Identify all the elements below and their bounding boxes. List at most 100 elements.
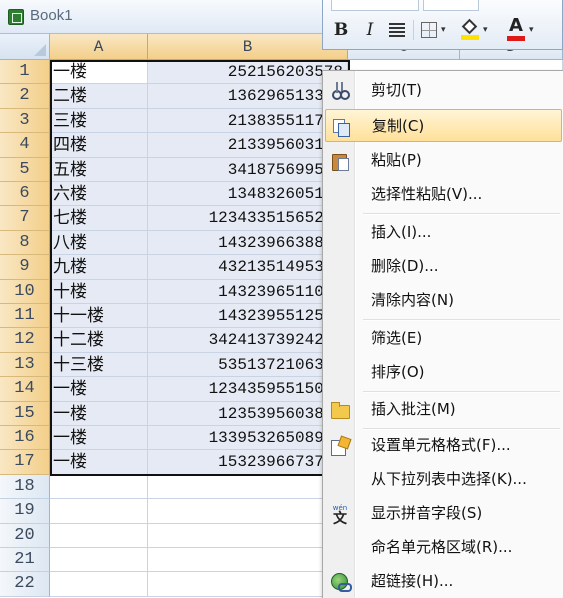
cell-b[interactable]: 1432396638889	[148, 230, 348, 256]
row-header[interactable]: 11	[0, 304, 50, 329]
cell-a[interactable]: 五楼	[50, 157, 148, 182]
cell-b[interactable]	[148, 572, 348, 597]
cell-a[interactable]	[50, 474, 148, 500]
menu-separator	[363, 213, 560, 215]
font-size-box[interactable]	[423, 0, 479, 11]
cell-a[interactable]: 一楼	[50, 450, 148, 475]
cell-b[interactable]: 4321351495367	[148, 255, 348, 280]
cell-a[interactable]: 十一楼	[50, 304, 148, 329]
row-header[interactable]: 18	[0, 474, 50, 500]
cell-b[interactable]	[148, 474, 348, 500]
cell-b[interactable]: 1432395512571	[148, 304, 348, 329]
menu-item-clear-contents[interactable]: 清除内容(N)	[325, 284, 562, 317]
cell-b[interactable]: 213835511780	[148, 108, 348, 134]
row-header[interactable]: 19	[0, 499, 50, 524]
row-header[interactable]: 5	[0, 157, 50, 182]
cell-a[interactable]: 八楼	[50, 230, 148, 256]
menu-item-show-phonetic[interactable]: wén 文 显示拼音字段(S)	[325, 497, 562, 530]
menu-item-copy[interactable]: 复制(C)	[325, 109, 562, 142]
cell-a[interactable]: 十楼	[50, 279, 148, 304]
cell-a[interactable]	[50, 548, 148, 573]
row-header[interactable]: 6	[0, 182, 50, 207]
cell-a[interactable]: 二楼	[50, 84, 148, 109]
row-header[interactable]: 9	[0, 255, 50, 280]
menu-item-define-name[interactable]: 命名单元格区域(R)...	[325, 531, 562, 564]
row-header[interactable]: 17	[0, 450, 50, 475]
font-name-box[interactable]	[331, 0, 419, 11]
menu-item-insert-comment[interactable]: 插入批注(M)	[325, 393, 562, 426]
cell-b[interactable]: 136296513333	[148, 84, 348, 109]
cell-b[interactable]	[148, 548, 348, 573]
cell-a[interactable]: 一楼	[50, 60, 148, 85]
cell-b[interactable]	[148, 523, 348, 548]
menu-item-label: 命名单元格区域(R)...	[371, 538, 513, 556]
cell-a[interactable]: 九楼	[50, 255, 148, 280]
menu-item-label: 从下拉列表中选择(K)...	[371, 470, 527, 488]
row-header[interactable]: 1	[0, 60, 50, 85]
fill-color-dropdown-icon[interactable]: ▾	[483, 25, 488, 35]
row-header[interactable]: 3	[0, 108, 50, 134]
cell-b[interactable]: 12343351565219	[148, 206, 348, 231]
row-header[interactable]: 21	[0, 548, 50, 573]
fill-color-icon[interactable]	[461, 18, 479, 41]
cell-b[interactable]: 134832605171	[148, 182, 348, 207]
cell-b[interactable]: 1432396511055	[148, 279, 348, 304]
menu-item-insert[interactable]: 插入(I)...	[325, 216, 562, 249]
center-align-icon[interactable]	[389, 23, 405, 37]
cell-b[interactable]: 1235395603881	[148, 401, 348, 426]
cell-b[interactable]: 12343595515084	[148, 377, 348, 402]
column-header-a[interactable]: A	[50, 34, 148, 60]
column-header-b[interactable]: B	[148, 34, 348, 60]
menu-item-hyperlink[interactable]: 超链接(H)...	[325, 565, 562, 598]
cell-a[interactable]	[50, 572, 148, 597]
row-header[interactable]: 2	[0, 84, 50, 109]
row-header[interactable]: 20	[0, 523, 50, 548]
font-color-swatch	[507, 36, 525, 41]
cell-a[interactable]: 一楼	[50, 401, 148, 426]
cell-a[interactable]: 三楼	[50, 108, 148, 134]
menu-item-filter[interactable]: 筛选(E)	[325, 322, 562, 355]
bold-button[interactable]: B	[331, 19, 351, 41]
row-header[interactable]: 12	[0, 328, 50, 353]
cell-a[interactable]: 十三楼	[50, 352, 148, 378]
cell-a[interactable]: 七楼	[50, 206, 148, 231]
cell-a[interactable]	[50, 499, 148, 524]
borders-dropdown-icon[interactable]: ▾	[441, 25, 446, 35]
cell-b[interactable]	[148, 499, 348, 524]
menu-item-pick-from-list[interactable]: 从下拉列表中选择(K)...	[325, 463, 562, 496]
cell-a[interactable]	[50, 523, 148, 548]
cell-b[interactable]: 13395326508996	[148, 426, 348, 451]
cell-b[interactable]: 1532396673762	[148, 450, 348, 475]
row-header[interactable]: 10	[0, 279, 50, 304]
cell-b[interactable]: 213395603172	[148, 133, 348, 158]
select-all-corner[interactable]	[0, 34, 50, 60]
menu-item-cut[interactable]: 剪切(T)	[325, 74, 562, 107]
menu-item-label: 剪切(T)	[371, 81, 422, 99]
menu-item-paste-special[interactable]: 选择性粘贴(V)...	[325, 178, 562, 211]
row-header[interactable]: 13	[0, 352, 50, 378]
row-header[interactable]: 4	[0, 133, 50, 158]
cell-b[interactable]: 34241373924231	[148, 328, 348, 353]
cell-a[interactable]: 六楼	[50, 182, 148, 207]
row-header[interactable]: 14	[0, 377, 50, 402]
borders-icon[interactable]	[421, 22, 437, 38]
font-color-icon[interactable]: A	[507, 17, 525, 42]
menu-item-paste[interactable]: 粘贴(P)	[325, 144, 562, 177]
cell-a[interactable]: 一楼	[50, 377, 148, 402]
menu-item-sort[interactable]: 排序(O)	[325, 356, 562, 389]
row-header[interactable]: 7	[0, 206, 50, 231]
menu-item-format-cells[interactable]: 设置单元格格式(F)...	[325, 429, 562, 462]
cell-a[interactable]: 十二楼	[50, 328, 148, 353]
cell-b[interactable]: 5351372106399	[148, 352, 348, 378]
italic-button[interactable]: I	[361, 19, 379, 41]
menu-item-delete[interactable]: 删除(D)...	[325, 250, 562, 283]
cell-b[interactable]: 252156203578	[148, 60, 348, 85]
row-header[interactable]: 8	[0, 230, 50, 256]
cell-a[interactable]: 四楼	[50, 133, 148, 158]
row-header[interactable]: 16	[0, 426, 50, 451]
cell-a[interactable]: 一楼	[50, 426, 148, 451]
font-color-dropdown-icon[interactable]: ▾	[529, 25, 534, 35]
row-header[interactable]: 22	[0, 572, 50, 597]
cell-b[interactable]: 341875699587	[148, 157, 348, 182]
row-header[interactable]: 15	[0, 401, 50, 426]
